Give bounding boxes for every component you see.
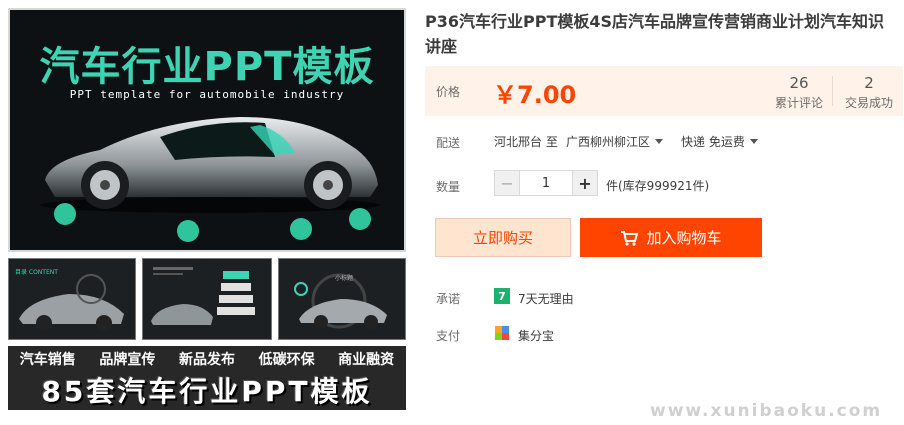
reviews-stat[interactable]: 26 累计评论 (775, 74, 823, 111)
quantity-stepper: − + (494, 170, 598, 196)
quantity-decrease-button[interactable]: − (494, 170, 520, 196)
thumbnail-3[interactable]: 小标题 (278, 258, 406, 340)
payment-text[interactable]: 集分宝 (518, 327, 554, 344)
promo-banner: 汽车销售 品牌宣传 新品发布 低碳环保 商业融资 85套汽车行业PPT模板 (8, 346, 406, 410)
price-label: 价格 (436, 85, 461, 99)
slide-indicator-dot[interactable] (177, 220, 199, 242)
banner-tag: 品牌宣传 (99, 352, 156, 368)
shipping-method: 快递 免运费 (681, 135, 745, 149)
buy-now-button[interactable]: 立即购买 (435, 218, 571, 257)
thumbnail-label: 目录 CONTENT (15, 269, 58, 276)
car-thumb-graphic (294, 273, 387, 329)
chevron-down-icon (749, 139, 758, 144)
banner-tags: 汽车销售 品牌宣传 新品发布 低碳环保 商业融资 (8, 349, 406, 369)
stock-info: 件(库存999921件) (606, 179, 710, 193)
add-to-cart-button[interactable]: 加入购物车 (580, 218, 762, 257)
reviews-count: 26 (789, 74, 809, 92)
add-to-cart-label: 加入购物车 (646, 229, 722, 247)
trades-label: 交易成功 (845, 96, 894, 110)
thumbnail-label: 小标题 (335, 275, 354, 282)
delivery-destination: 广西柳州柳江区 (566, 135, 651, 149)
quantity-label: 数量 (436, 180, 461, 194)
banner-tag: 新品发布 (178, 352, 235, 368)
thumbnail-1[interactable]: 目录 CONTENT (8, 258, 136, 340)
trades-count: 2 (864, 74, 874, 92)
shipping-method-select[interactable]: 快递 免运费 (681, 133, 758, 150)
site-watermark: www.xunibaoku.com (650, 401, 883, 421)
stack-thumb-graphic (151, 267, 255, 325)
banner-tag: 商业融资 (338, 352, 395, 368)
product-gallery: 汽车行业PPT模板 PPT template for automobile in… (8, 8, 406, 410)
slide-indicator-dot[interactable] (54, 203, 76, 225)
stat-divider (832, 76, 833, 106)
delivery-destination-select[interactable]: 广西柳州柳江区 (566, 133, 664, 150)
trades-stat: 2 交易成功 (845, 74, 893, 111)
product-title: P36汽车行业PPT模板4S店汽车品牌宣传营销商业计划汽车知识讲座 (425, 12, 885, 56)
payment-label: 支付 (436, 329, 461, 343)
banner-tag: 汽车销售 (19, 352, 76, 368)
slide-indicator-dot[interactable] (290, 218, 312, 240)
delivery-from: 河北邢台 至 (494, 135, 558, 149)
shopping-cart-icon (621, 230, 639, 246)
slide-indicator-dot[interactable] (349, 208, 371, 230)
reviews-label: 累计评论 (775, 96, 824, 110)
banner-title: 85套汽车行业PPT模板 (41, 375, 373, 408)
seven-day-icon: 7 (494, 288, 510, 304)
price-value: ￥7.00 (493, 81, 577, 109)
main-product-image[interactable]: 汽车行业PPT模板 PPT template for automobile in… (8, 8, 406, 252)
quantity-increase-button[interactable]: + (572, 170, 598, 196)
thumbnail-2[interactable] (142, 258, 272, 340)
hero-title: 汽车行业PPT模板 (39, 44, 375, 90)
hero-subtitle: PPT template for automobile industry (69, 88, 345, 101)
thumbnail-strip: 目录 CONTENT 小标题 汽车销售 品牌宣传 新品发布 低碳环保 商业融资 … (8, 258, 406, 410)
promise-label: 承诺 (436, 292, 461, 306)
delivery-label: 配送 (436, 136, 461, 150)
price-panel: 价格 ￥7.00 26 累计评论 2 交易成功 (425, 66, 903, 116)
promise-text[interactable]: 7天无理由 (518, 290, 574, 307)
quantity-input[interactable] (520, 170, 572, 196)
jifenbao-icon (494, 325, 510, 341)
banner-tag: 低碳环保 (258, 352, 315, 368)
chevron-down-icon (655, 139, 664, 144)
car-illustration (40, 117, 380, 213)
